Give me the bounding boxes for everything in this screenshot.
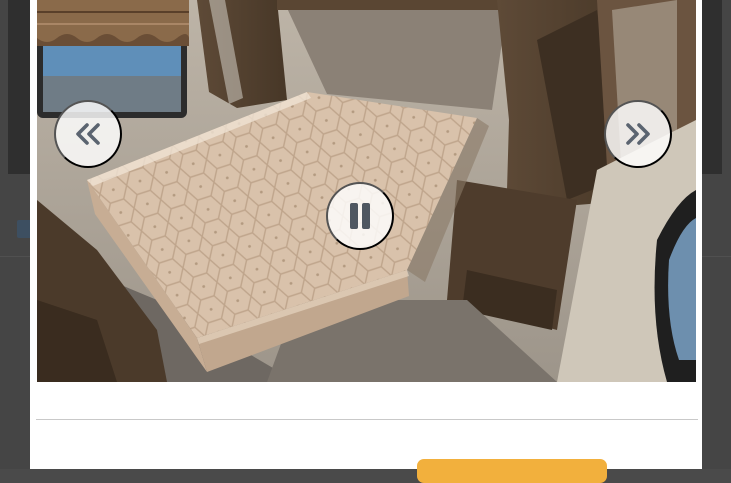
background-panel-left (8, 0, 32, 174)
background-panel-right (700, 0, 722, 174)
previous-photo-button[interactable] (54, 100, 122, 168)
double-chevron-right-icon (626, 123, 650, 145)
modal-divider (36, 419, 698, 420)
pause-icon (350, 203, 370, 229)
pause-slideshow-button[interactable] (326, 182, 394, 250)
next-photo-button[interactable] (604, 100, 672, 168)
photo-gallery-modal (30, 0, 702, 483)
primary-action-button[interactable] (417, 459, 607, 483)
double-chevron-left-icon (76, 123, 100, 145)
